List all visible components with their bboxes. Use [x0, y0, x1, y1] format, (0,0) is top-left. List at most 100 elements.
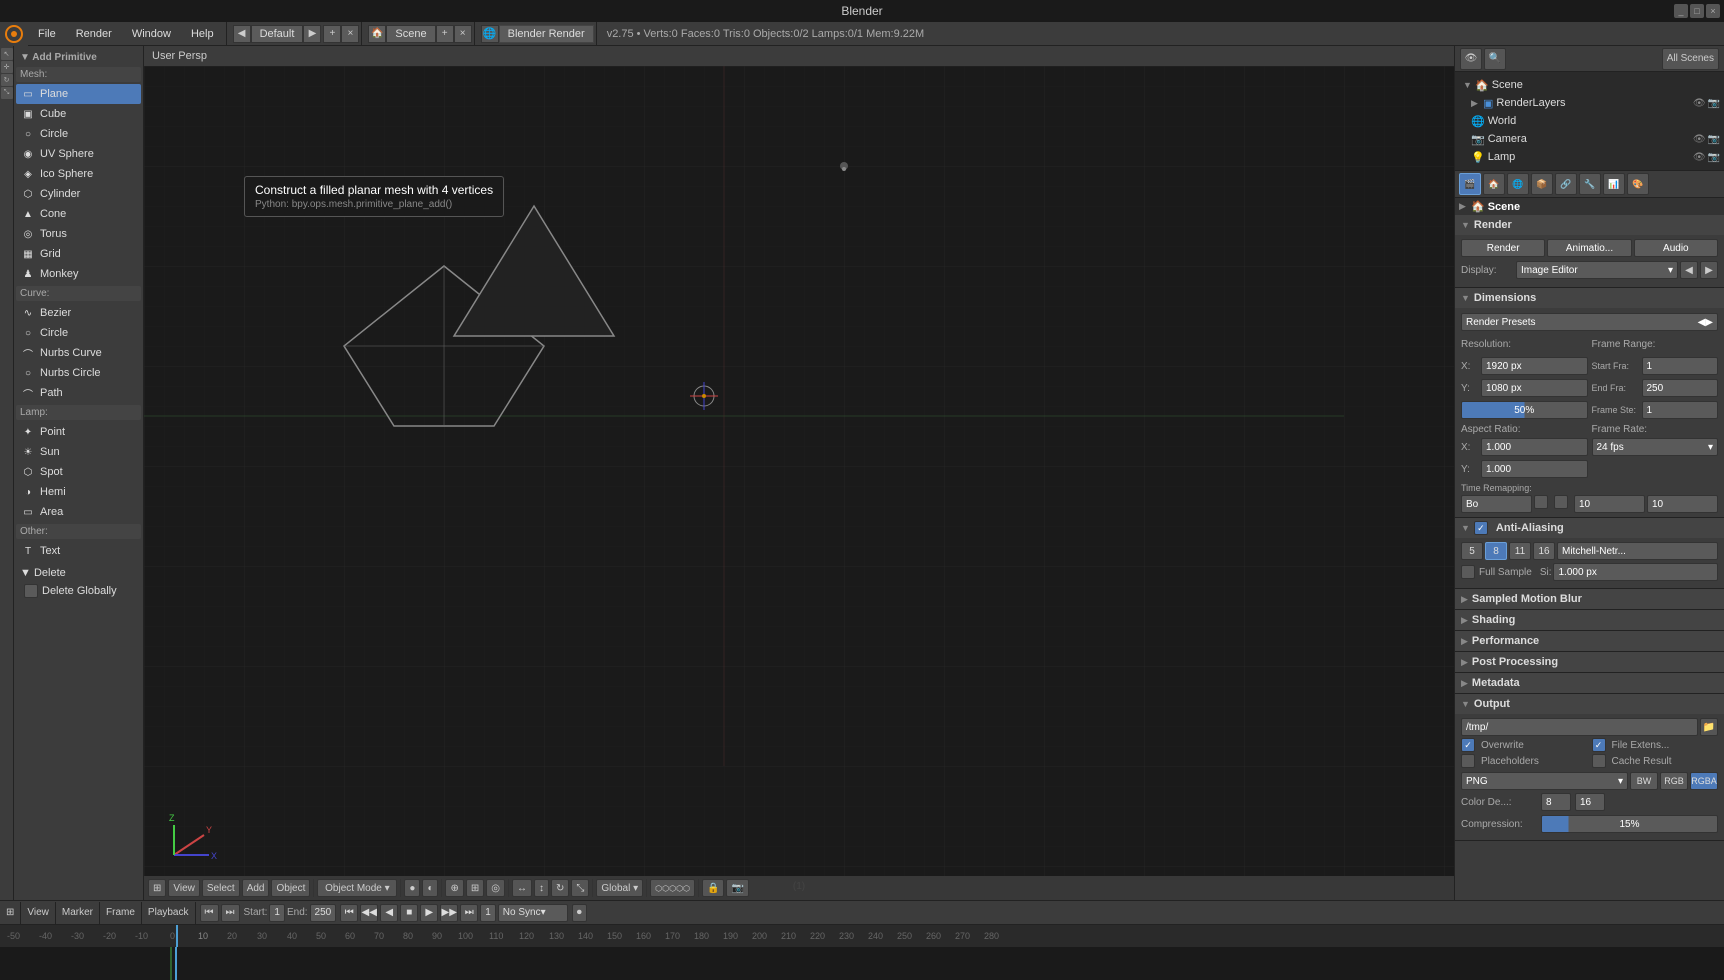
skip-start[interactable]: ⏮ [340, 904, 358, 922]
motion-blur-header[interactable]: ▶ Sampled Motion Blur [1455, 589, 1724, 609]
curve-path[interactable]: ⌒ Path [16, 383, 141, 403]
vp-lock-btn[interactable]: 🔒 [702, 879, 724, 897]
lamp-eye[interactable]: 👁 [1693, 152, 1706, 163]
fps-field[interactable]: 24 fps ▾ [1592, 438, 1719, 456]
other-text[interactable]: T Text [16, 541, 141, 561]
new-field[interactable]: 10 [1647, 495, 1718, 513]
vp-layers-1[interactable]: ⬡⬡⬡⬡⬡ [650, 879, 695, 897]
audio-button[interactable]: Audio [1634, 239, 1718, 257]
tree-world[interactable]: 🌐 World [1459, 112, 1720, 130]
vp-mode-select[interactable]: Object Mode ▾ [317, 879, 397, 897]
vp-scale-btn[interactable]: ⤡ [571, 879, 589, 897]
workspace-add[interactable]: + [323, 25, 341, 43]
output-header[interactable]: ▼ Output [1455, 694, 1724, 714]
cache-result-checkbox[interactable] [1592, 754, 1606, 768]
animation-button[interactable]: Animatio... [1547, 239, 1631, 257]
mesh-plane[interactable]: ▭ Plane [16, 84, 141, 104]
menu-render[interactable]: Render [66, 22, 122, 46]
lamp-hemi[interactable]: ◑ Hemi [16, 482, 141, 502]
format-select[interactable]: PNG ▾ [1461, 772, 1628, 790]
bottom-frame[interactable]: Frame [100, 902, 142, 924]
vp-icon-btn[interactable]: ⊞ [148, 879, 166, 897]
tool-translate[interactable]: ✛ [1, 61, 13, 73]
lamp-sun[interactable]: ☀ Sun [16, 442, 141, 462]
curve-nurbs-curve[interactable]: ⌒ Nurbs Curve [16, 343, 141, 363]
lamp-render[interactable]: 📷 [1708, 152, 1720, 163]
dimensions-header[interactable]: ▼ Dimensions [1455, 288, 1724, 308]
end-fra-field[interactable]: 250 [1642, 379, 1719, 397]
aspect-y-field[interactable]: 1.000 [1481, 460, 1588, 478]
lamp-area[interactable]: ▭ Area [16, 502, 141, 522]
start-field[interactable]: 1 [269, 904, 285, 922]
menu-help[interactable]: Help [181, 22, 224, 46]
next-keyframe[interactable]: ▶▶ [440, 904, 458, 922]
menu-file[interactable]: File [28, 22, 66, 46]
delete-globally-checkbox[interactable] [24, 584, 38, 598]
performance-header[interactable]: ▶ Performance [1455, 631, 1724, 651]
vp-viewport-shade[interactable]: ● [404, 879, 420, 897]
color-rgba[interactable]: RGBA [1690, 772, 1718, 790]
start-fra-field[interactable]: 1 [1642, 357, 1719, 375]
delete-globally[interactable]: Delete Globally [16, 581, 141, 601]
mesh-cube[interactable]: ▣ Cube [16, 104, 141, 124]
play-toggle-anim2[interactable]: ⏭ [221, 904, 240, 922]
render-button[interactable]: Render [1461, 239, 1545, 257]
vp-pivot-btn[interactable]: ⊕ [445, 879, 463, 897]
full-sample-checkbox[interactable] [1461, 565, 1475, 579]
tool-scale[interactable]: ⤡ [1, 87, 13, 99]
props-tab-render[interactable]: 🎬 [1459, 173, 1481, 195]
record-btn[interactable]: ⏺ [572, 904, 587, 922]
workspace-prev[interactable]: ◀ [233, 25, 251, 43]
mesh-cone[interactable]: ▲ Cone [16, 204, 141, 224]
display-prev[interactable]: ◀ [1680, 261, 1698, 279]
aspect-x-field[interactable]: 1.000 [1481, 438, 1588, 456]
end-field[interactable]: 250 [310, 904, 337, 922]
props-tab-data[interactable]: 📊 [1603, 173, 1625, 195]
display-next[interactable]: ▶ [1700, 261, 1718, 279]
bottom-view[interactable]: View [21, 902, 56, 924]
bo-check2[interactable] [1554, 495, 1568, 509]
bo-check1[interactable] [1534, 495, 1548, 509]
mesh-icosphere[interactable]: ◈ Ico Sphere [16, 164, 141, 184]
menu-window[interactable]: Window [122, 22, 181, 46]
minimize-button[interactable]: _ [1674, 4, 1688, 18]
maximize-button[interactable]: □ [1690, 4, 1704, 18]
aa-filter[interactable]: Mitchell-Netr... [1557, 542, 1718, 560]
vp-translate-btn[interactable]: ↕ [534, 879, 549, 897]
curve-nurbs-circle[interactable]: ○ Nurbs Circle [16, 363, 141, 383]
viewport[interactable]: User Persp [144, 46, 1454, 900]
overwrite-checkbox[interactable]: ✓ [1461, 738, 1475, 752]
curve-bezier[interactable]: ∿ Bezier [16, 303, 141, 323]
sync-select[interactable]: No Sync ▾ [498, 904, 568, 922]
curve-circle[interactable]: ○ Circle [16, 323, 141, 343]
timeline-track[interactable] [0, 947, 1724, 980]
bottom-marker[interactable]: Marker [56, 902, 100, 924]
vp-rotate-btn[interactable]: ↻ [551, 879, 569, 897]
post-processing-header[interactable]: ▶ Post Processing [1455, 652, 1724, 672]
si-field[interactable]: 1.000 px [1553, 563, 1718, 581]
bottom-scene-icon[interactable]: ⊞ [0, 902, 21, 924]
tree-renderlayers[interactable]: ▶ ▣ RenderLayers 👁 📷 [1459, 94, 1720, 112]
play-forward[interactable]: ▶ [420, 904, 438, 922]
skip-end[interactable]: ⏭ [460, 904, 478, 922]
aa-header[interactable]: ▼ ✓ Anti-Aliasing [1455, 518, 1724, 538]
lamp-point[interactable]: ✦ Point [16, 422, 141, 442]
tree-camera[interactable]: 📷 Camera 👁 📷 [1459, 130, 1720, 148]
vp-global-btn[interactable]: Global ▾ [596, 879, 643, 897]
res-y-field[interactable]: 1080 px [1481, 379, 1588, 397]
play-backward[interactable]: ◀ [380, 904, 398, 922]
mesh-monkey[interactable]: ♟ Monkey [16, 264, 141, 284]
vp-view-menu[interactable]: View [168, 879, 200, 897]
vp-select-menu[interactable]: Select [202, 879, 240, 897]
vp-add-menu[interactable]: Add [242, 879, 270, 897]
prev-keyframe[interactable]: ◀◀ [360, 904, 378, 922]
output-path-field[interactable]: /tmp/ [1461, 718, 1698, 736]
vp-render-btn[interactable]: 📷 [726, 879, 748, 897]
color-rgb[interactable]: RGB [1660, 772, 1688, 790]
aa-16[interactable]: 16 [1533, 542, 1555, 560]
metadata-header[interactable]: ▶ Metadata [1455, 673, 1724, 693]
scene-plus[interactable]: + [436, 25, 454, 43]
aa-11[interactable]: 11 [1509, 542, 1531, 560]
camera-eye[interactable]: 👁 [1693, 134, 1706, 145]
compression-field[interactable]: 15% [1541, 815, 1718, 833]
